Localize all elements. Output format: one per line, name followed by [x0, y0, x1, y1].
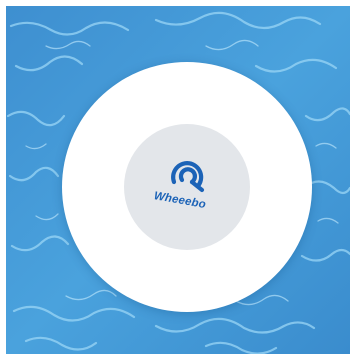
white-product-disc: Wheeebo — [62, 62, 312, 312]
logo-circle: Wheeebo — [124, 124, 250, 250]
product-image: Wheeebo — [6, 6, 350, 354]
wheeebo-swirl-logo-icon — [171, 161, 205, 193]
